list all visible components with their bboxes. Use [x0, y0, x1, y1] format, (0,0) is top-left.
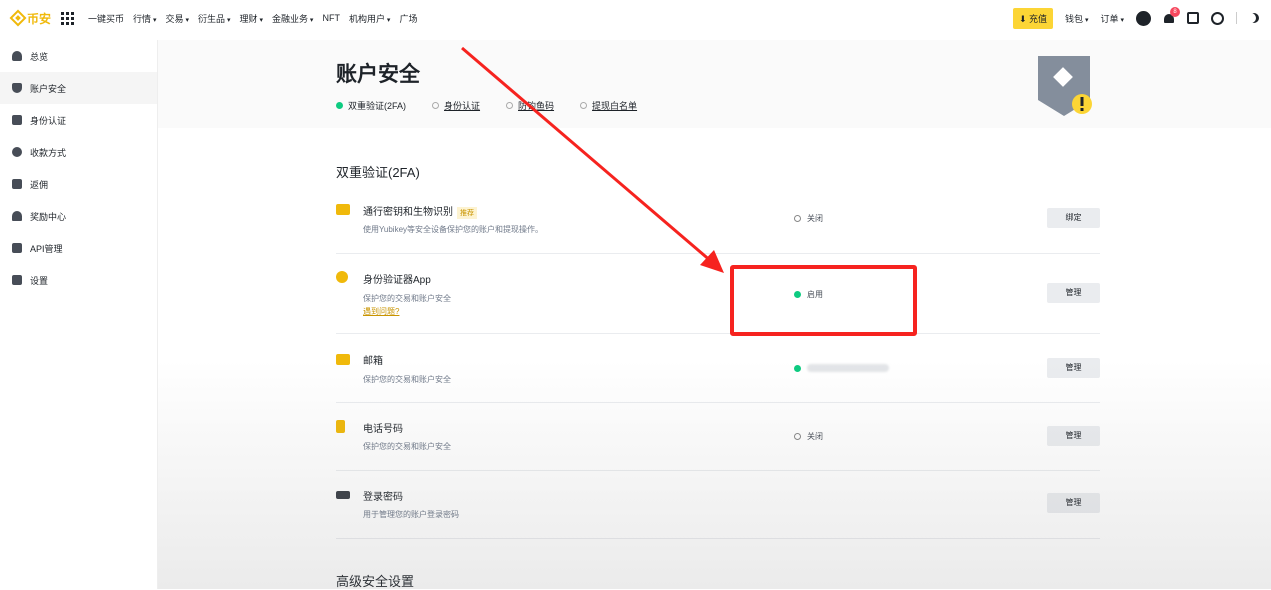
annotation-highlight-box: [730, 265, 917, 336]
annotation-arrow: [461, 46, 724, 273]
